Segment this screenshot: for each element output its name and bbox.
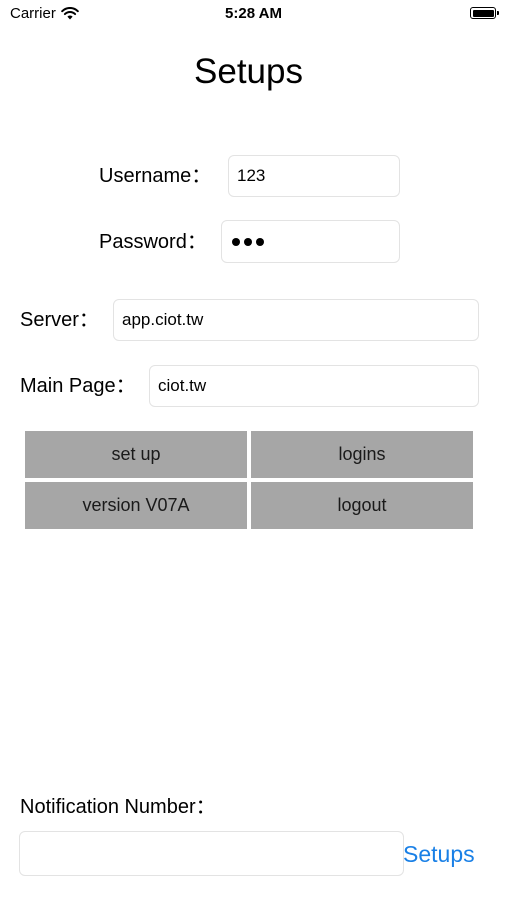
server-label: Server： — [20, 309, 99, 331]
status-bar-time: 5:28 AM — [225, 5, 282, 22]
battery-icon — [470, 7, 499, 19]
password-dot — [232, 237, 240, 246]
password-dot — [256, 237, 264, 246]
username-label: Username： — [99, 165, 212, 187]
username-field[interactable] — [228, 155, 400, 197]
page-title: Setups — [194, 52, 303, 91]
password-dot — [244, 237, 252, 246]
notification-number-field[interactable] — [19, 831, 404, 876]
notification-number-label: Notification Number： — [20, 796, 216, 818]
logins-button[interactable]: logins — [251, 431, 473, 478]
set-up-button[interactable]: set up — [25, 431, 247, 478]
setups-button[interactable]: Setups — [403, 839, 475, 869]
main-page-field[interactable] — [149, 365, 479, 407]
server-field[interactable] — [113, 299, 479, 341]
main-page-label: Main Page： — [20, 375, 136, 397]
password-label: Password： — [99, 231, 207, 253]
version-button[interactable]: version V07A — [25, 482, 247, 529]
logout-button[interactable]: logout — [251, 482, 473, 529]
password-field[interactable] — [221, 220, 400, 263]
